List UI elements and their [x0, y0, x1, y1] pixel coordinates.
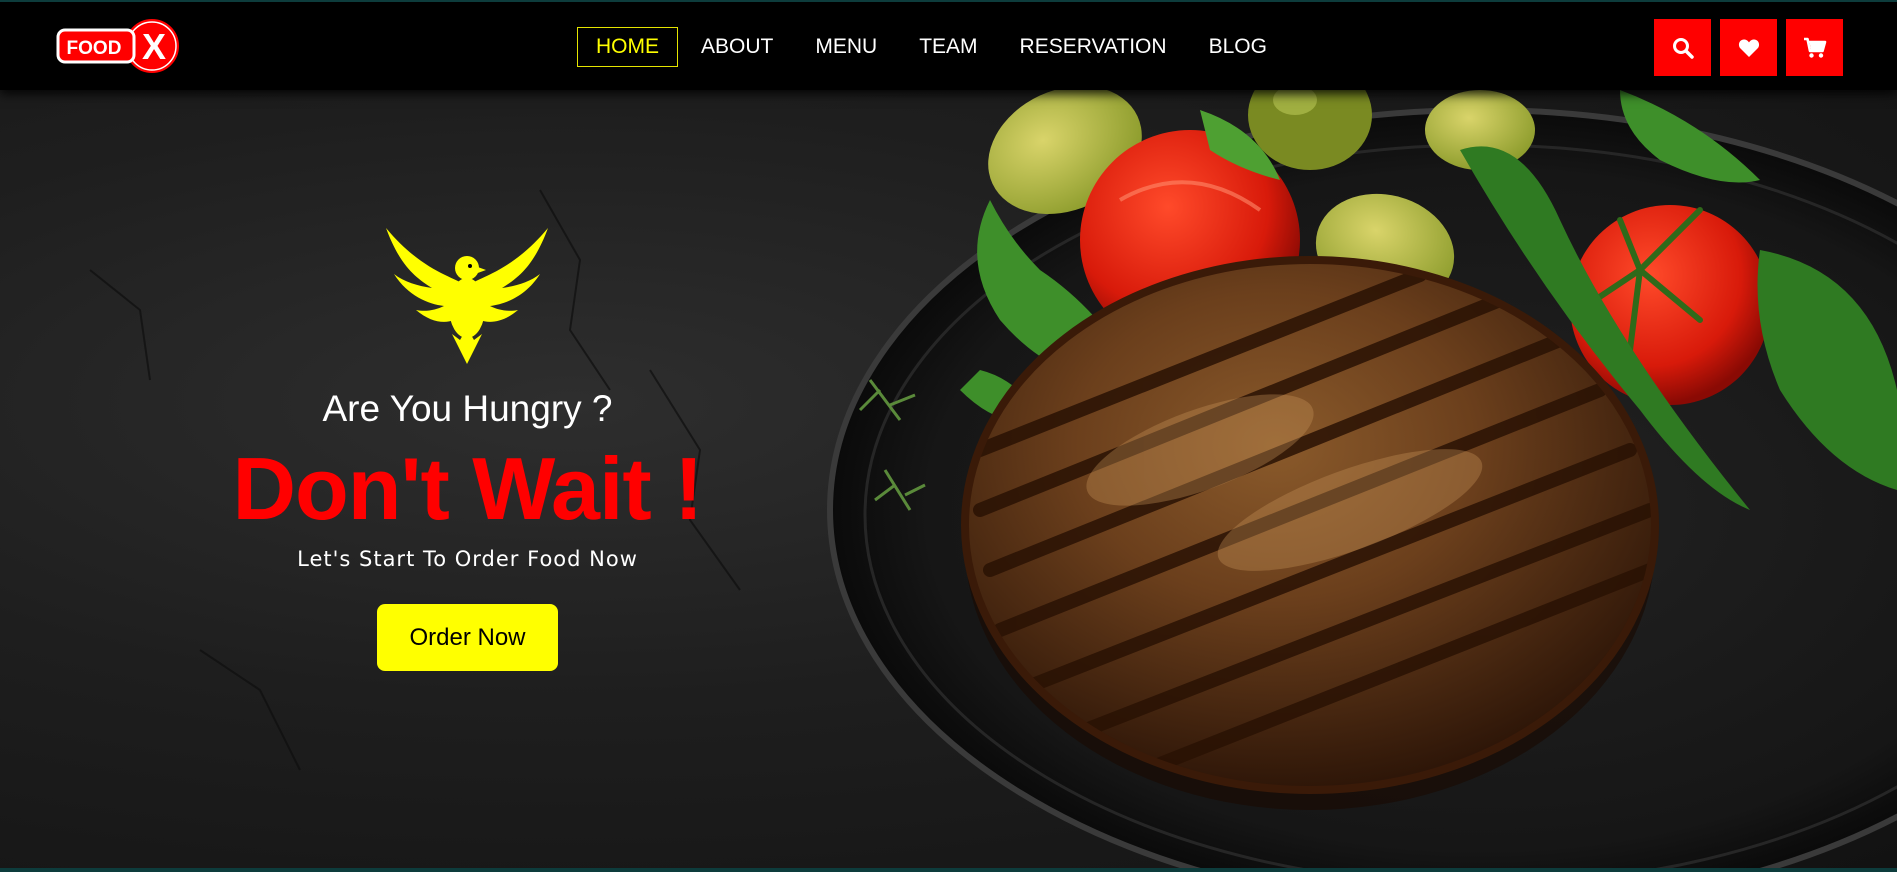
search-icon: [1672, 37, 1694, 59]
hero-headline: Don't Wait !: [232, 439, 704, 538]
nav-icon-group: [1654, 19, 1843, 76]
wishlist-button[interactable]: [1720, 19, 1777, 76]
cart-button[interactable]: [1786, 19, 1843, 76]
nav-link-team[interactable]: TEAM: [898, 27, 998, 67]
eagle-icon: [386, 228, 548, 364]
heart-icon: [1738, 38, 1759, 57]
nav-link-reservation[interactable]: RESERVATION: [999, 27, 1188, 67]
navbar: FOOD X HOME ABOUT MENU TEAM RESERVATION …: [0, 0, 1897, 90]
nav-link-menu[interactable]: MENU: [794, 27, 898, 67]
hero-section: Are You Hungry ? Don't Wait ! Let's Star…: [0, 90, 1897, 872]
bottom-border: [0, 868, 1897, 872]
hero-tagline: Are You Hungry ?: [322, 388, 613, 429]
cart-icon: [1803, 37, 1826, 58]
order-now-button[interactable]: Order Now: [377, 604, 558, 671]
nav-link-about[interactable]: ABOUT: [680, 27, 794, 67]
logo-text: FOOD: [67, 38, 122, 59]
hero-subline: Let's Start To Order Food Now: [297, 547, 638, 571]
nav-link-blog[interactable]: BLOG: [1188, 27, 1288, 67]
hero-content: Are You Hungry ? Don't Wait ! Let's Star…: [0, 90, 935, 872]
search-button[interactable]: [1654, 19, 1711, 76]
main-nav: HOME ABOUT MENU TEAM RESERVATION BLOG: [577, 27, 1288, 67]
logo-mark: X: [142, 26, 166, 67]
brand-logo[interactable]: FOOD X: [56, 16, 184, 76]
nav-link-home[interactable]: HOME: [577, 27, 678, 67]
